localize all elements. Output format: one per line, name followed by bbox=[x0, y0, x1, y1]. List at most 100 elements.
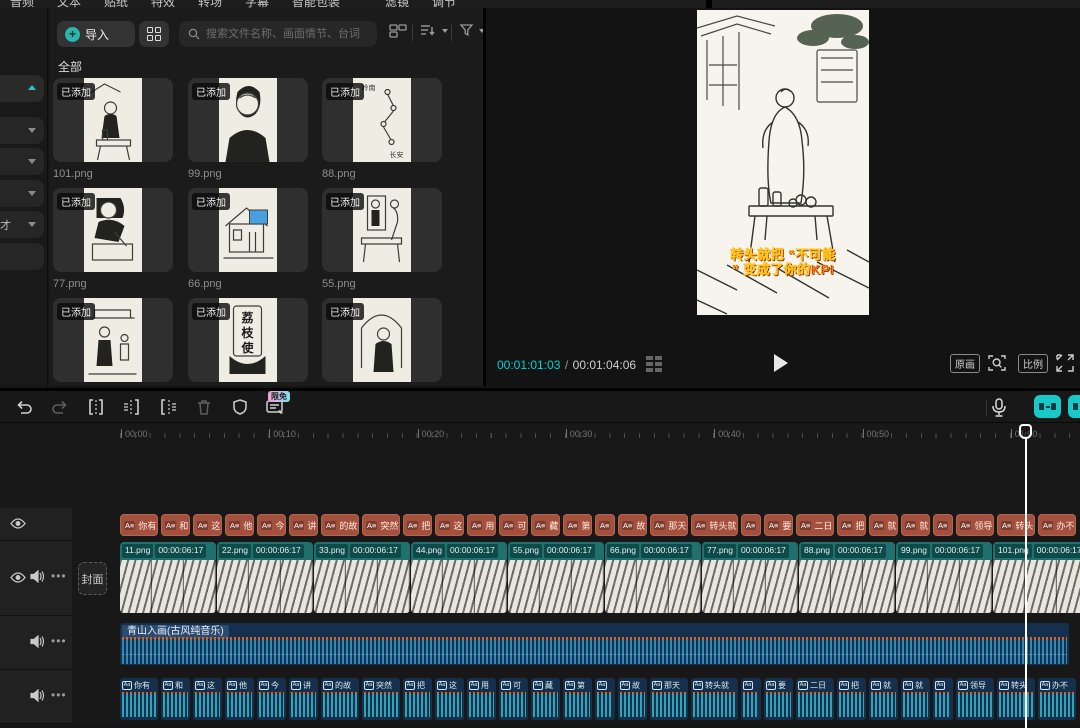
sidebar-item-1[interactable] bbox=[0, 117, 44, 144]
video-clip-44.png[interactable]: 44.png00:00:06:17 bbox=[411, 542, 507, 613]
media-item-22.png[interactable]: 已添加 bbox=[322, 298, 442, 382]
undo-icon[interactable] bbox=[14, 397, 34, 417]
timeline-ruler[interactable]: 00:0000:1000:2000:3000:4000:5001:00 bbox=[0, 424, 1080, 446]
subtitle-clip[interactable]: A≡二日 bbox=[796, 514, 834, 536]
subtitle-clip[interactable]: A≡第 bbox=[563, 514, 592, 536]
voice-clip[interactable]: Aa藏 bbox=[531, 678, 560, 720]
media-item-77.png[interactable]: 已添加 bbox=[53, 188, 173, 272]
media-item-99.png[interactable]: 已添加 bbox=[188, 78, 308, 162]
menu-item[interactable]: 音频 bbox=[10, 0, 34, 8]
voice-clip[interactable]: Aa办不 bbox=[1038, 678, 1076, 720]
voice-clip[interactable]: Aa这 bbox=[193, 678, 222, 720]
subtitle-clip[interactable]: A≡突然 bbox=[362, 514, 400, 536]
eye-icon[interactable] bbox=[10, 518, 26, 529]
search-box[interactable] bbox=[179, 21, 377, 47]
video-clip-11.png[interactable]: 11.png00:00:06:17 bbox=[120, 542, 216, 613]
search-input[interactable] bbox=[206, 28, 376, 40]
voice-clip[interactable]: Aa bbox=[741, 678, 761, 720]
voice-clip[interactable]: Aa要 bbox=[764, 678, 793, 720]
video-clip-77.png[interactable]: 77.png00:00:06:17 bbox=[702, 542, 798, 613]
play-button[interactable] bbox=[774, 354, 788, 372]
mask-icon[interactable] bbox=[230, 397, 250, 417]
media-item-66.png[interactable]: 已添加 bbox=[188, 188, 308, 272]
sidebar-item-collapse[interactable] bbox=[0, 75, 44, 102]
card-view-icon[interactable] bbox=[389, 23, 407, 39]
more-icon[interactable]: ••• bbox=[51, 688, 67, 702]
subtitle-clip[interactable]: A≡的故 bbox=[321, 514, 359, 536]
voice-clip[interactable]: Aa你有 bbox=[120, 678, 158, 720]
original-quality-button[interactable]: 原画 bbox=[950, 354, 980, 373]
subtitle-clip[interactable]: A≡ bbox=[933, 514, 953, 536]
delete-icon[interactable] bbox=[194, 397, 214, 417]
voice-clip[interactable]: Aa就 bbox=[901, 678, 930, 720]
subtitle-clip[interactable]: A≡要 bbox=[764, 514, 793, 536]
subtitle-clip[interactable]: A≡转头就 bbox=[691, 514, 738, 536]
subtitle-clip[interactable]: A≡ bbox=[741, 514, 761, 536]
cover-button[interactable]: 封面 bbox=[78, 562, 107, 595]
subtitle-clip[interactable]: A≡讲 bbox=[289, 514, 318, 536]
split-keep-right-icon[interactable] bbox=[158, 397, 178, 417]
subtitle-clip[interactable]: A≡办不 bbox=[1038, 514, 1076, 536]
subtitle-clip[interactable]: A≡这 bbox=[435, 514, 464, 536]
video-clip-88.png[interactable]: 88.png00:00:06:17 bbox=[799, 542, 895, 613]
subtitle-clip[interactable]: A≡今 bbox=[257, 514, 286, 536]
menu-item[interactable]: 特效 bbox=[151, 0, 175, 8]
zoom-fit-icon[interactable] bbox=[988, 354, 1006, 372]
voice-clip[interactable]: Aa用 bbox=[467, 678, 496, 720]
media-item-101.png[interactable]: 已添加 bbox=[53, 78, 173, 162]
voice-clip[interactable]: Aa第 bbox=[563, 678, 592, 720]
subtitle-clip[interactable]: A≡就 bbox=[901, 514, 930, 536]
subtitle-clip[interactable]: A≡把 bbox=[403, 514, 432, 536]
menu-item[interactable]: 智能包装 bbox=[292, 0, 340, 8]
voice-clip[interactable]: Aa那天 bbox=[650, 678, 688, 720]
split-keep-left-icon[interactable] bbox=[122, 397, 142, 417]
subtitle-clip[interactable]: A≡把 bbox=[837, 514, 866, 536]
menu-item[interactable]: 贴纸 bbox=[104, 0, 128, 8]
voice-clip[interactable]: Aa这 bbox=[435, 678, 464, 720]
menu-item[interactable]: 文本 bbox=[57, 0, 81, 8]
import-button[interactable]: + 导入 bbox=[57, 21, 135, 47]
playhead[interactable] bbox=[1019, 424, 1033, 728]
sidebar-item-5[interactable] bbox=[0, 243, 44, 270]
voice-clip[interactable]: Aa领导 bbox=[956, 678, 994, 720]
voice-clip[interactable]: Aa bbox=[595, 678, 615, 720]
voice-clip[interactable]: Aa他 bbox=[225, 678, 254, 720]
voice-clip[interactable]: Aa今 bbox=[257, 678, 286, 720]
grid-import-button[interactable] bbox=[139, 21, 169, 47]
preview-video[interactable]: 转头就把 “不可能 ” 变成了你的KPI bbox=[697, 10, 869, 315]
subtitle-clip[interactable]: A≡就 bbox=[869, 514, 898, 536]
media-item-44.png[interactable]: 已添加 bbox=[53, 298, 173, 382]
subtitle-clip[interactable]: A≡这 bbox=[193, 514, 222, 536]
menu-item[interactable]: 字幕 bbox=[245, 0, 269, 8]
voice-clip[interactable]: Aa把 bbox=[403, 678, 432, 720]
menu-item[interactable]: 滤镜 bbox=[385, 0, 409, 8]
filter-button[interactable] bbox=[459, 23, 475, 37]
voice-clip[interactable]: Aa就 bbox=[869, 678, 898, 720]
video-clip-33.png[interactable]: 33.png00:00:06:17 bbox=[314, 542, 410, 613]
voice-clip[interactable]: Aa突然 bbox=[362, 678, 400, 720]
sidebar-item-2[interactable] bbox=[0, 148, 44, 175]
subtitle-clip[interactable]: A≡用 bbox=[467, 514, 496, 536]
speaker-icon[interactable] bbox=[30, 689, 45, 702]
voice-clip[interactable]: Aa二日 bbox=[796, 678, 834, 720]
eye-icon[interactable] bbox=[10, 572, 26, 583]
subtitle-clip[interactable]: A≡领导 bbox=[956, 514, 994, 536]
subtitle-clip[interactable]: A≡他 bbox=[225, 514, 254, 536]
voice-clip[interactable]: Aa转头就 bbox=[691, 678, 738, 720]
video-clip-55.png[interactable]: 55.png00:00:06:17 bbox=[508, 542, 604, 613]
voice-clip[interactable]: Aa的故 bbox=[321, 678, 359, 720]
voice-clip[interactable]: Aa故 bbox=[618, 678, 647, 720]
auto-snap-button[interactable] bbox=[1034, 395, 1061, 418]
speaker-icon[interactable] bbox=[30, 570, 45, 583]
voice-clip[interactable]: Aa可 bbox=[499, 678, 528, 720]
sidebar-item-material[interactable]: 才 bbox=[0, 211, 44, 238]
fullscreen-icon[interactable] bbox=[1056, 354, 1074, 372]
playhead-marker[interactable] bbox=[1019, 424, 1032, 439]
split-icon[interactable] bbox=[86, 397, 106, 417]
link-preview-button[interactable] bbox=[1068, 395, 1080, 418]
subtitle-clip[interactable]: A≡故 bbox=[618, 514, 647, 536]
voice-clip[interactable]: Aa和 bbox=[161, 678, 190, 720]
voice-clip[interactable]: Aa bbox=[933, 678, 953, 720]
video-clip-22.png[interactable]: 22.png00:00:06:17 bbox=[217, 542, 313, 613]
ratio-button[interactable]: 比例 bbox=[1018, 354, 1048, 373]
